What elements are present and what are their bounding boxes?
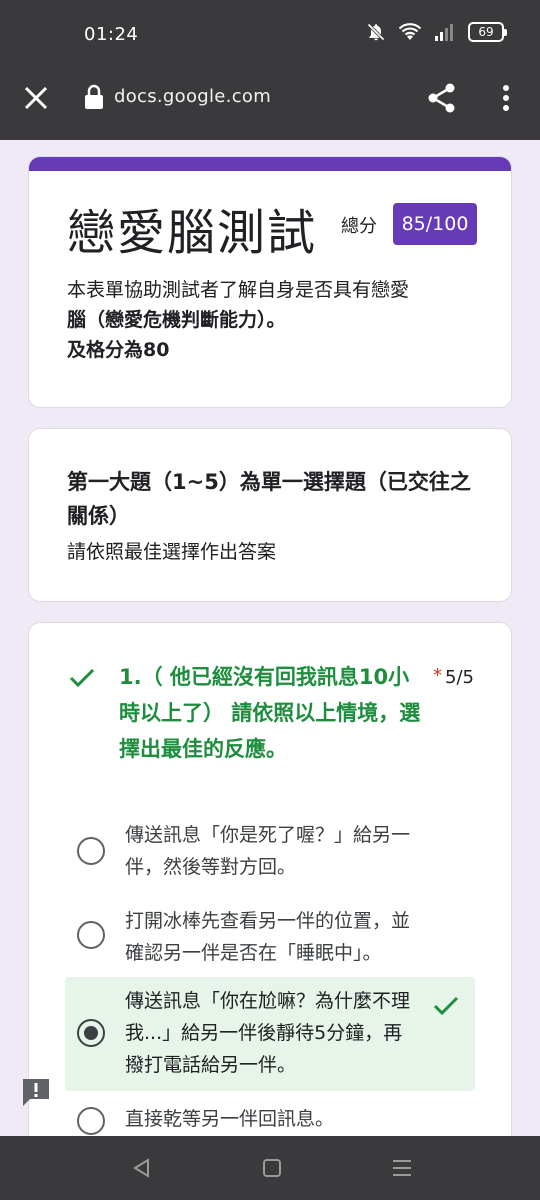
report-feedback-icon[interactable] [20,1076,52,1108]
option-label: 直接乾等另一伴回訊息。 [125,1108,335,1130]
share-icon[interactable] [424,80,460,116]
url-text[interactable]: docs.google.com [114,86,271,107]
option-3-selected-correct[interactable]: 傳送訊息「你在尬嘛？為什麼不理我...」給另一伴後靜待5分鐘，再撥打電話給另一伴… [65,977,475,1091]
option-label: 傳送訊息「你是死了喔？」給另一伴，然後等對方回。 [125,824,411,878]
close-icon[interactable] [18,80,54,116]
correct-check-icon [433,996,459,1016]
question-title: 1.（ 他已經沒有回我訊息10小時以上了） 請依照以上情境，選擇出最佳的反應。 [119,665,421,761]
battery-level: 69 [478,25,494,39]
top-bar: 01:24 69 docs.google.com [0,0,540,140]
form-header-card: 戀愛腦測試 總分 85/100 本表單協助測試者了解自身是否具有戀愛 腦（戀愛危… [28,156,512,408]
section-title: 第一大題（1~5）為單一選擇題（已交往之關係） [67,470,471,528]
battery-indicator: 69 [468,22,507,42]
option-1[interactable]: 傳送訊息「你是死了喔？」給另一伴，然後等對方回。 [65,819,475,889]
status-time: 01:24 [84,24,139,45]
form-description-line2: 腦（戀愛危機判斷能力）。 [67,309,286,331]
home-icon[interactable] [262,1158,282,1178]
form-description: 本表單協助測試者了解自身是否具有戀愛 腦（戀愛危機判斷能力）。 及格分為80 [67,275,487,365]
total-score-badge: 85/100 [393,203,477,245]
back-icon[interactable] [130,1156,154,1180]
signal-icon [435,24,453,41]
radio-button-selected[interactable] [77,1019,105,1047]
total-score-label: 總分 [341,216,377,237]
radio-button[interactable] [77,1107,105,1135]
system-nav-bar [0,1136,540,1200]
status-icons: 69 [366,22,507,42]
section-description: 請依照最佳選擇作出答案 [67,541,277,563]
lock-icon [85,84,103,109]
radio-button[interactable] [77,837,105,865]
recent-apps-icon[interactable] [390,1156,414,1180]
form-title: 戀愛腦測試 [67,205,318,261]
more-vert-icon[interactable] [492,80,520,116]
form-description-line3: 及格分為80 [67,339,170,361]
option-label: 傳送訊息「你在尬嘛？為什麼不理我...」給另一伴後靜待5分鐘，再撥打電話給另一伴… [125,990,411,1076]
form-description-line1: 本表單協助測試者了解自身是否具有戀愛 [67,279,410,301]
option-label: 打開冰棒先查看另一伴的位置，並確認另一伴是否在「睡眠中」。 [125,910,411,964]
option-2[interactable]: 打開冰棒先查看另一伴的位置，並確認另一伴是否在「睡眠中」。 [65,903,475,973]
required-mark: * [433,665,442,686]
question-score: 5/5 [445,667,474,688]
radio-button[interactable] [77,921,105,949]
wifi-icon [398,23,422,40]
question-card: 1.（ 他已經沒有回我訊息10小時以上了） 請依照以上情境，選擇出最佳的反應。 … [28,622,512,1162]
section-card: 第一大題（1~5）為單一選擇題（已交往之關係） 請依照最佳選擇作出答案 [28,428,512,602]
mute-icon [367,23,385,41]
correct-check-icon [69,668,95,688]
